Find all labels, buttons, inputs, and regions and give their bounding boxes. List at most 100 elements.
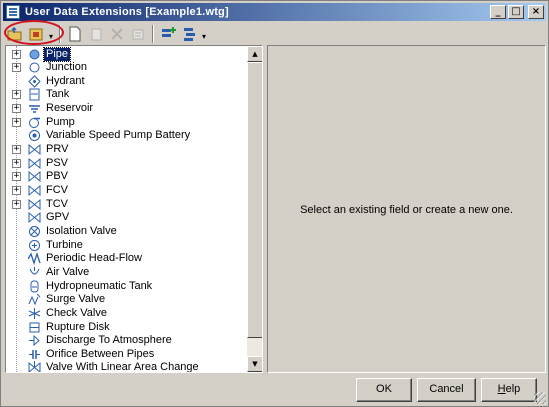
pipe-icon	[27, 47, 41, 61]
tree-list: + Pipe + Junction Hydrant + Tank + Reservoir + Pum…	[6, 46, 247, 372]
expand-toggle[interactable]: +	[12, 117, 21, 127]
tree-item[interactable]: + Pipe	[6, 46, 246, 62]
turbine-icon	[27, 238, 41, 252]
tree-item-label: Hydrant	[46, 74, 85, 87]
tree-item-label: PBV	[46, 170, 69, 183]
tree-item[interactable]: Check Valve	[6, 306, 246, 320]
valve-icon	[27, 197, 41, 211]
element-tree[interactable]: + Pipe + Junction Hydrant + Tank + Reservoir + Pum…	[5, 45, 263, 373]
new-button[interactable]	[65, 24, 85, 44]
tree-item[interactable]: + TCV	[6, 197, 246, 211]
scroll-thumb[interactable]	[247, 62, 262, 338]
tree-scrollbar[interactable]: ▲ ▼	[247, 46, 262, 372]
scroll-up-button[interactable]: ▲	[247, 46, 262, 62]
expand-toggle[interactable]: +	[12, 104, 21, 114]
tree-item[interactable]: Turbine	[6, 238, 246, 252]
check-valve-icon	[27, 306, 41, 320]
expand-toggle[interactable]: +	[12, 63, 21, 73]
tree-item[interactable]: GPV	[6, 211, 246, 225]
expand-toggle[interactable]: +	[12, 145, 21, 155]
valve-icon	[27, 143, 41, 157]
tree-item[interactable]: Valve With Linear Area Change	[6, 361, 246, 372]
tree-item-label: Junction	[46, 61, 87, 74]
tree-item[interactable]: Discharge To Atmosphere	[6, 334, 246, 348]
valve-icon	[27, 184, 41, 198]
tree-item-label: Pipe	[42, 46, 72, 62]
tree-item[interactable]: Rupture Disk	[6, 320, 246, 334]
tree-item-label: Pump	[46, 115, 75, 128]
expand-toggle[interactable]: +	[12, 49, 21, 59]
tree-item-label: TCV	[46, 197, 68, 210]
tree-item[interactable]: + FCV	[6, 184, 246, 198]
tree-item-label: Check Valve	[46, 306, 107, 319]
tree-item[interactable]: Orifice Between Pipes	[6, 347, 246, 361]
tree-item[interactable]: + Tank	[6, 88, 246, 102]
tree-item[interactable]: Hydropneumatic Tank	[6, 279, 246, 293]
tree-item-label: Reservoir	[46, 102, 94, 115]
discharge-icon	[27, 334, 41, 348]
sort-fields-icon	[184, 28, 195, 41]
tree-item[interactable]: Periodic Head-Flow	[6, 252, 246, 266]
tree-item-label: Periodic Head-Flow	[46, 252, 142, 265]
expand-toggle[interactable]: +	[12, 186, 21, 195]
periodic-head-flow-icon	[27, 252, 41, 266]
tree-item[interactable]: + Pump	[6, 115, 246, 129]
help-button[interactable]: Help	[481, 378, 537, 402]
resize-grip[interactable]	[534, 392, 546, 404]
minimize-button[interactable]: _	[490, 5, 506, 19]
window-title: User Data Extensions [Example1.wtg]	[25, 6, 229, 18]
sort-button[interactable]	[179, 24, 199, 44]
pump-battery-icon	[27, 129, 41, 143]
tree-item[interactable]: Surge Valve	[6, 293, 246, 307]
copy-document-icon	[91, 28, 102, 41]
empty-state-message: Select an existing field or create a new…	[300, 204, 513, 216]
tree-item-label: Tank	[46, 88, 70, 101]
tree-item[interactable]: + Junction	[6, 61, 246, 75]
scroll-down-button[interactable]: ▼	[247, 356, 262, 372]
add-field-button[interactable]	[158, 24, 178, 44]
tree-item[interactable]: Air Valve	[6, 265, 246, 279]
save-export-icon	[29, 28, 43, 41]
tree-item[interactable]: Hydrant	[6, 74, 246, 88]
expand-toggle[interactable]: +	[12, 199, 21, 209]
duplicate-button[interactable]	[86, 24, 106, 44]
rename-icon	[132, 29, 144, 40]
title-bar[interactable]: User Data Extensions [Example1.wtg] _ □ …	[3, 3, 546, 21]
ok-button[interactable]: OK	[356, 378, 412, 402]
close-button[interactable]: ×	[528, 5, 544, 19]
toolbar-separator	[152, 25, 154, 43]
expand-toggle[interactable]: +	[12, 90, 21, 100]
delete-x-icon	[111, 28, 123, 40]
tree-item[interactable]: Variable Speed Pump Battery	[6, 129, 246, 143]
rename-button[interactable]	[128, 24, 148, 44]
maximize-button[interactable]: □	[508, 5, 524, 19]
tree-item-label: PSV	[46, 156, 69, 169]
reservoir-icon	[27, 102, 41, 116]
title-buttons: _ □ ×	[490, 5, 544, 19]
delete-button[interactable]	[107, 24, 127, 44]
tree-item[interactable]: + PBV	[6, 170, 246, 184]
import-button[interactable]	[5, 24, 25, 44]
tree-item-label: Rupture Disk	[46, 320, 110, 333]
export-button[interactable]	[26, 24, 46, 44]
valve-icon	[27, 156, 41, 170]
rupture-disk-icon	[27, 320, 41, 334]
toolbar-dropdown-1[interactable]: ▾	[47, 24, 55, 44]
valve-icon	[27, 211, 41, 225]
orifice-icon	[27, 347, 41, 361]
hydrant-icon	[27, 74, 41, 88]
tree-item[interactable]: + PRV	[6, 143, 246, 157]
expand-toggle[interactable]: +	[12, 158, 21, 168]
new-document-icon	[69, 26, 81, 42]
help-label-rest: elp	[505, 383, 521, 395]
toolbar-dropdown-2[interactable]: ▾	[200, 24, 208, 44]
air-valve-icon	[27, 265, 41, 279]
tree-item[interactable]: + PSV	[6, 156, 246, 170]
expand-toggle[interactable]: +	[12, 172, 21, 182]
tree-item[interactable]: + Reservoir	[6, 102, 246, 116]
tree-item[interactable]: Isolation Valve	[6, 224, 246, 238]
tree-item-label: Isolation Valve	[46, 224, 117, 237]
cancel-button[interactable]: Cancel	[417, 378, 476, 402]
tree-item-label: Discharge To Atmosphere	[46, 334, 172, 347]
tree-item-label: PRV	[46, 143, 69, 156]
